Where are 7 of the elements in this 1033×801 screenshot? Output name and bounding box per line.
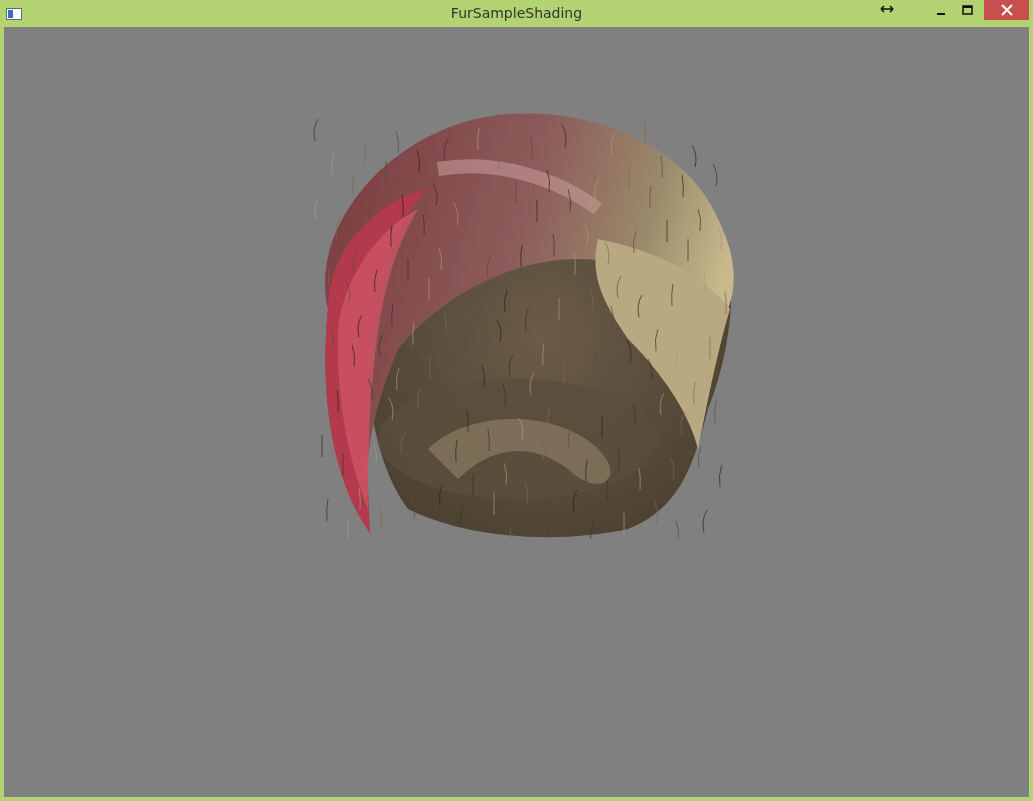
window-title: FurSampleShading xyxy=(450,4,583,23)
close-icon xyxy=(1000,4,1013,16)
resize-arrows-icon[interactable] xyxy=(880,4,894,13)
close-button[interactable] xyxy=(984,0,1029,20)
app-icon xyxy=(6,7,22,20)
minimize-icon xyxy=(937,13,945,15)
maximize-icon xyxy=(961,5,973,15)
